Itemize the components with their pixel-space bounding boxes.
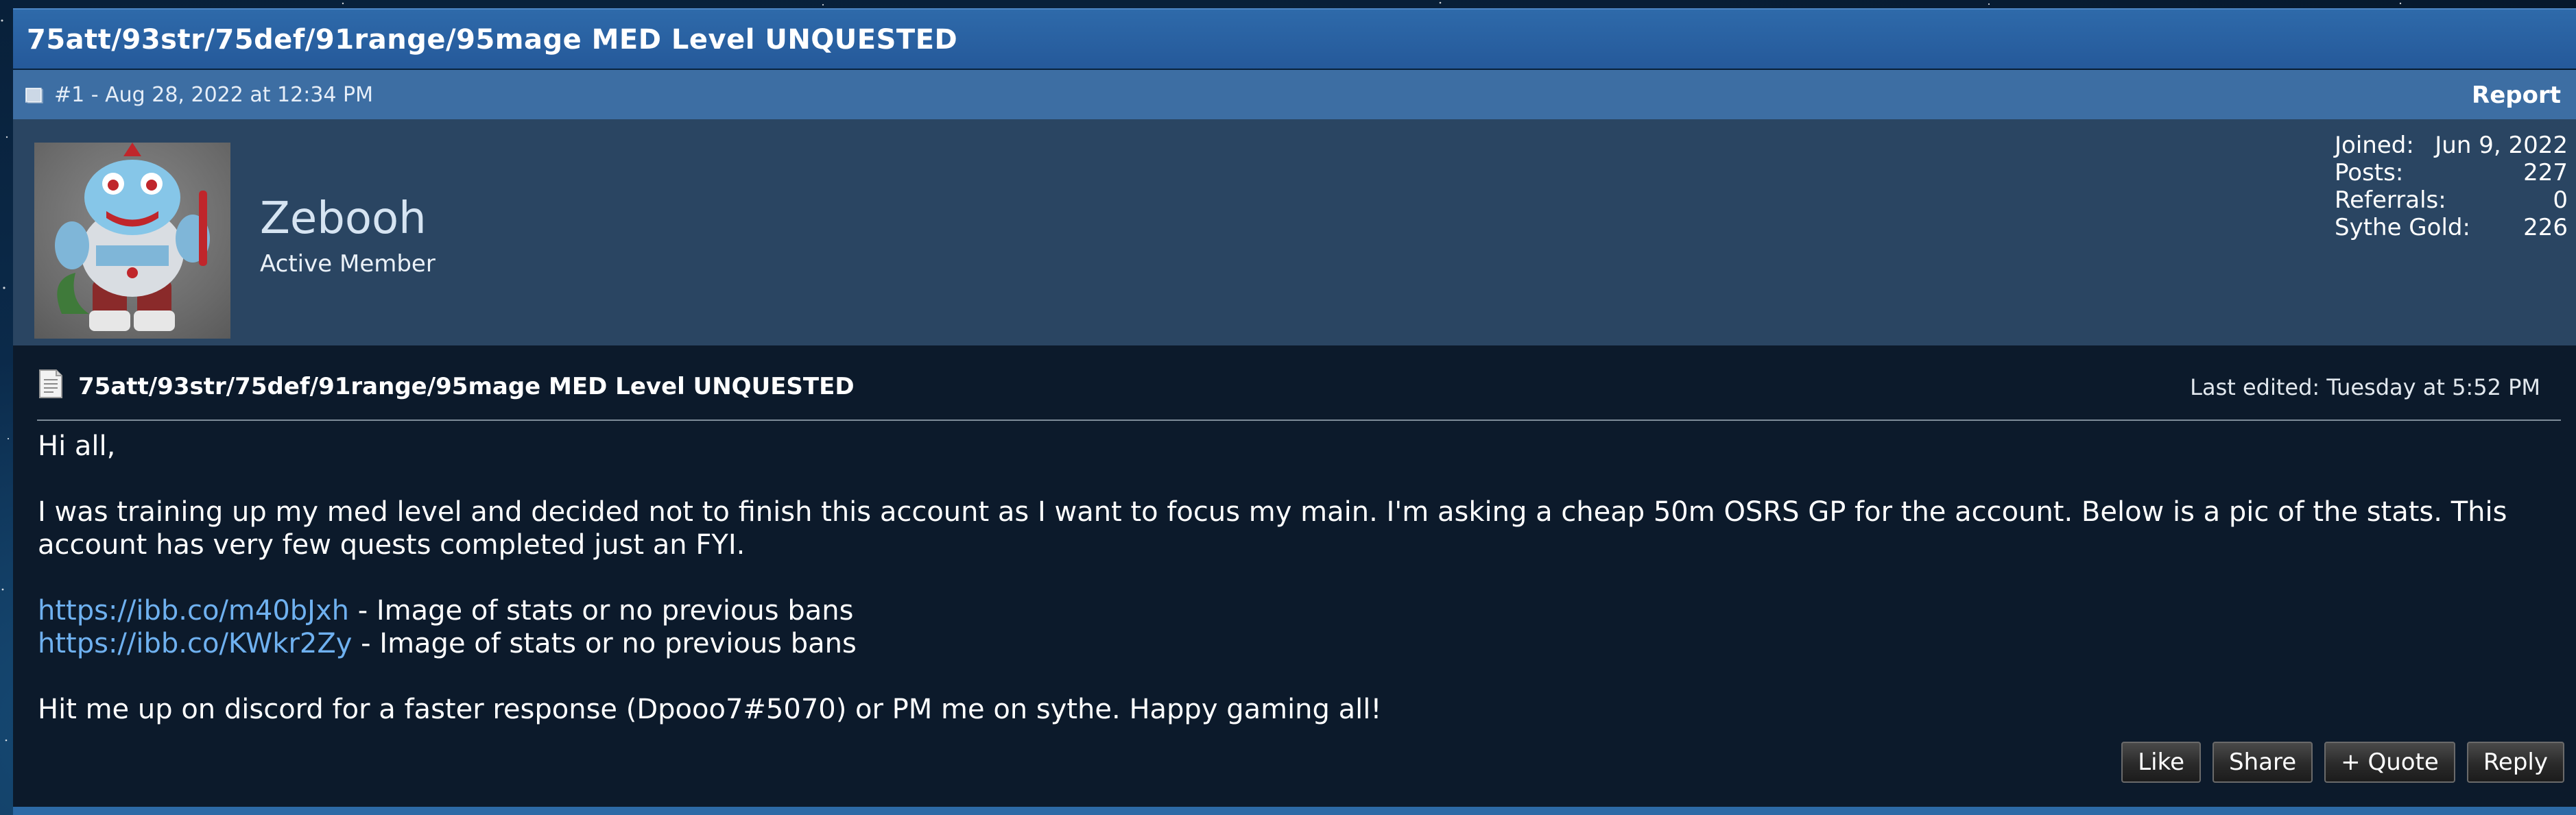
post-title: 75att/93str/75def/91range/95mage MED Lev… [78, 373, 855, 400]
stat-value: 227 [2523, 159, 2568, 186]
post-header: #1 - Aug 28, 2022 at 12:34 PM Report [13, 70, 2576, 119]
message-greeting: Hi all, [38, 430, 116, 462]
stat-label: Posts: [2335, 159, 2404, 186]
post-body: 75att/93str/75def/91range/95mage MED Lev… [13, 345, 2576, 807]
stat-referrals: Referrals: 0 [2335, 186, 2568, 214]
link-line: https://ibb.co/m40bJxh - Image of stats … [38, 594, 2562, 627]
stat-posts: Posts: 227 [2335, 159, 2568, 186]
avatar-image [55, 143, 210, 331]
avatar[interactable] [34, 143, 230, 339]
last-edited: Last edited: Tuesday at 5:52 PM [2190, 374, 2540, 400]
post-permalink-date[interactable]: #1 - Aug 28, 2022 at 12:34 PM [54, 84, 373, 107]
user-title: Active Member [260, 250, 436, 278]
reply-button[interactable]: Reply [2466, 742, 2564, 783]
thread-header: 75att/93str/75def/91range/95mage MED Lev… [13, 8, 2576, 69]
next-post-edge [13, 807, 2576, 815]
document-icon [39, 369, 62, 398]
user-info-panel: Zebooh Active Member Joined: Jun 9, 2022… [13, 119, 2576, 345]
message-paragraph: I was training up my med level and decid… [38, 496, 2507, 561]
stats-link[interactable]: https://ibb.co/KWkr2Zy [38, 628, 352, 659]
link-description: - Image of stats or no previous bans [352, 628, 857, 659]
quote-button[interactable]: + Quote [2324, 742, 2455, 783]
stat-label: Referrals: [2335, 186, 2446, 214]
username[interactable]: Zebooh [260, 195, 427, 243]
stat-value: Jun 9, 2022 [2435, 132, 2568, 159]
post-actions: Like Share + Quote Reply [2121, 742, 2564, 783]
message-closing: Hit me up on discord for a faster respon… [38, 694, 1382, 725]
post-icon [25, 88, 43, 104]
post-message: Hi all, I was training up my med level a… [38, 430, 2562, 726]
stat-value: 226 [2523, 214, 2568, 241]
link-line: https://ibb.co/KWkr2Zy - Image of stats … [38, 627, 2562, 660]
post-title-bar: 75att/93str/75def/91range/95mage MED Lev… [37, 366, 2561, 421]
stat-value: 0 [2553, 186, 2568, 214]
stat-joined: Joined: Jun 9, 2022 [2335, 132, 2568, 159]
stat-label: Sythe Gold: [2335, 214, 2470, 241]
stat-sythe-gold: Sythe Gold: 226 [2335, 214, 2568, 241]
like-button[interactable]: Like [2121, 742, 2202, 783]
share-button[interactable]: Share [2213, 742, 2313, 783]
link-description: - Image of stats or no previous bans [349, 595, 854, 627]
report-link[interactable]: Report [2472, 83, 2561, 108]
stats-link[interactable]: https://ibb.co/m40bJxh [38, 595, 349, 627]
stat-label: Joined: [2335, 132, 2414, 159]
user-stats: Joined: Jun 9, 2022 Posts: 227 Referrals… [2335, 132, 2568, 241]
thread-title: 75att/93str/75def/91range/95mage MED Lev… [27, 24, 958, 56]
